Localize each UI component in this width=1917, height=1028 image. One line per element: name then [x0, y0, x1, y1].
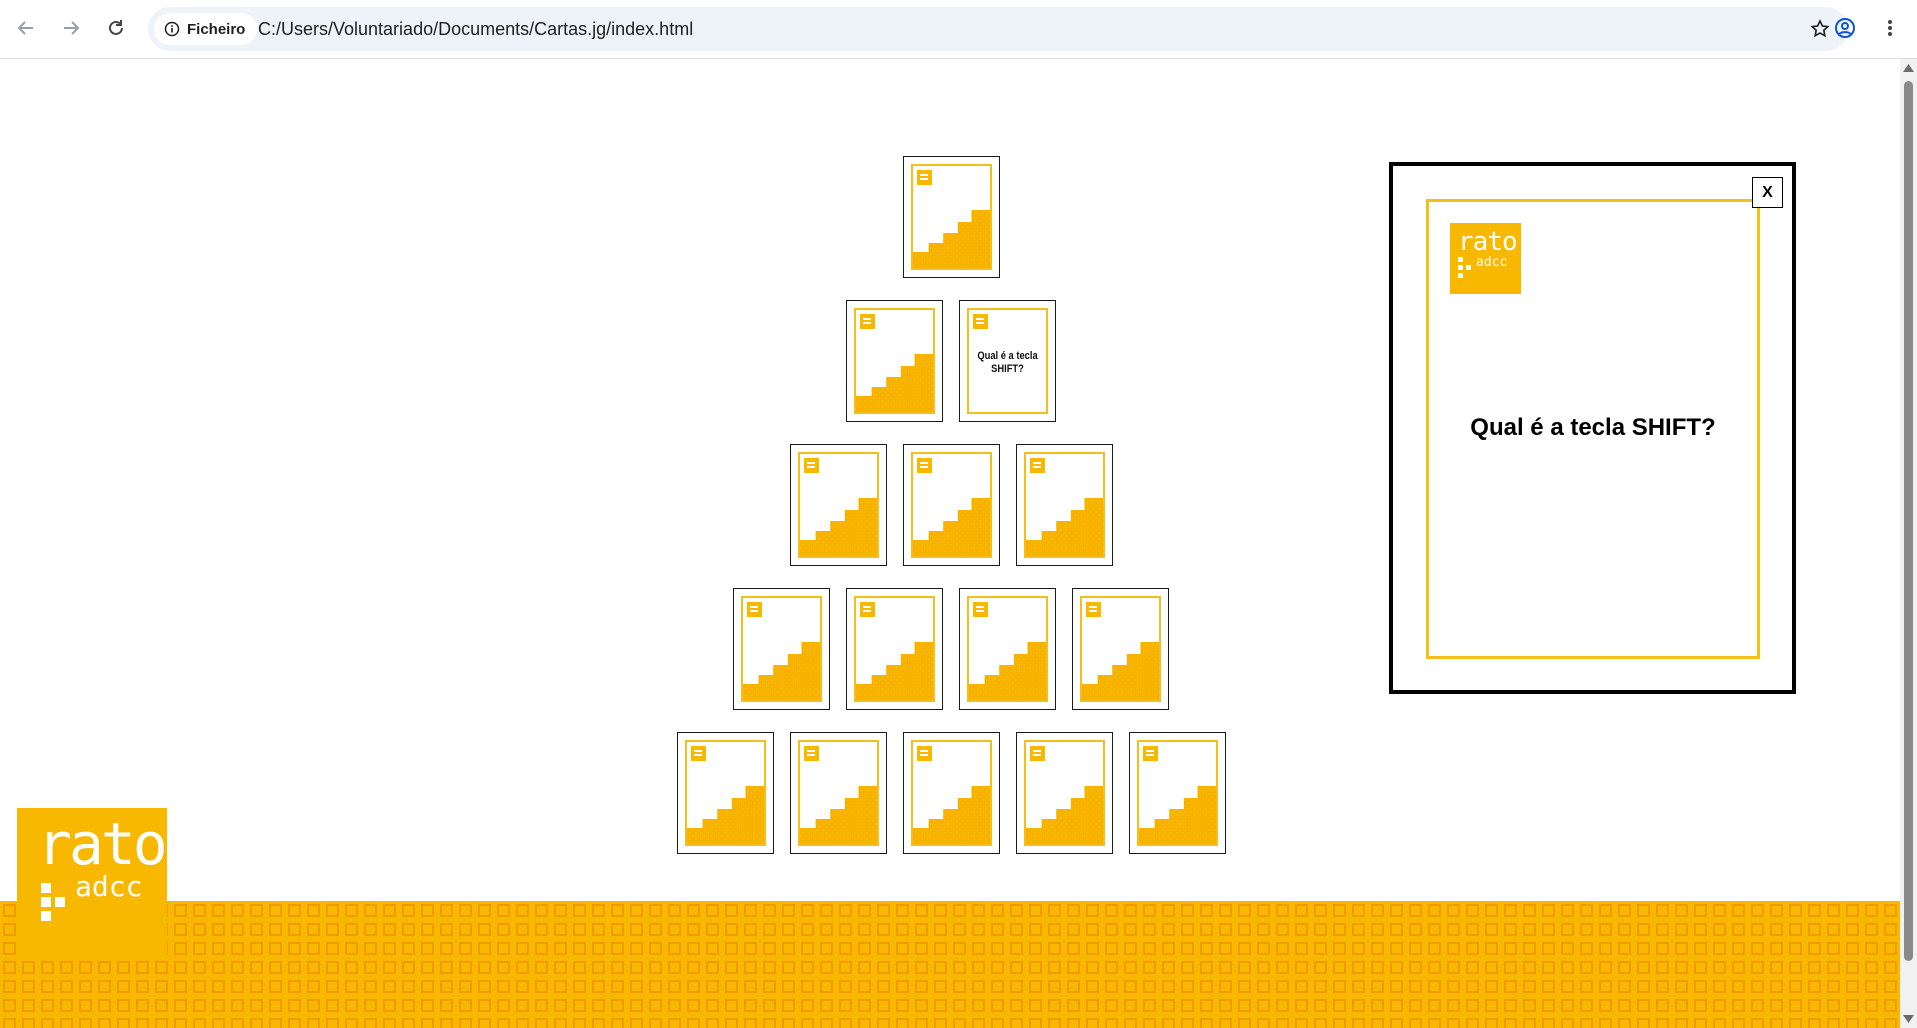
- card-face: [854, 596, 935, 702]
- card-modal: rato adcc Qual é a tecla SHIFT?: [1389, 162, 1796, 694]
- footer-logo-subtext: adcc: [75, 870, 143, 903]
- card-face: [684, 740, 766, 846]
- card-logo-icon: [860, 314, 875, 329]
- vertical-scrollbar[interactable]: [1900, 59, 1917, 1028]
- forward-arrow-icon: [64, 21, 80, 35]
- card-logo-icon: [860, 602, 875, 617]
- modal-logo-dots-icon: [1458, 257, 1471, 278]
- card-face: [741, 596, 822, 702]
- card-face: [1080, 596, 1161, 702]
- modal-card-face: rato adcc Qual é a tecla SHIFT?: [1426, 199, 1760, 659]
- kebab-menu-icon: [1888, 20, 1892, 36]
- footer-band: [0, 901, 1900, 1028]
- stairs-icon: [912, 786, 990, 844]
- profile-button[interactable]: [1827, 10, 1863, 46]
- stairs-icon: [856, 642, 933, 700]
- game-card[interactable]: [1015, 732, 1113, 854]
- card-logo-icon: [690, 746, 706, 761]
- logo-dots-icon: [41, 883, 65, 921]
- modal-question: Qual é a tecla SHIFT?: [1470, 414, 1716, 441]
- card-logo-icon: [916, 170, 932, 185]
- game-card[interactable]: [846, 300, 943, 422]
- card-face: [1023, 740, 1105, 846]
- stairs-icon: [799, 786, 877, 844]
- game-card[interactable]: [676, 732, 774, 854]
- browser-menu-button[interactable]: [1872, 10, 1908, 46]
- game-card[interactable]: [902, 156, 1000, 278]
- browser-toolbar: Ficheiro C:/Users/Voluntariado/Documents…: [0, 0, 1917, 59]
- stairs-icon: [1138, 786, 1216, 844]
- game-card[interactable]: [733, 588, 830, 710]
- card-logo-icon: [803, 458, 819, 473]
- card-logo-icon: [916, 746, 932, 761]
- scroll-up-arrow-icon[interactable]: [1903, 64, 1914, 72]
- site-info-chip[interactable]: Ficheiro: [154, 13, 258, 45]
- game-card[interactable]: [1128, 732, 1226, 854]
- card-face: [854, 308, 935, 414]
- game-card[interactable]: [789, 732, 887, 854]
- back-button[interactable]: [8, 10, 44, 46]
- card-logo-icon: [747, 602, 762, 617]
- stairs-icon: [1082, 642, 1159, 700]
- stairs-icon: [799, 498, 877, 556]
- card-face: [797, 452, 879, 558]
- reload-button[interactable]: [98, 10, 134, 46]
- forward-button[interactable]: [53, 10, 89, 46]
- stairs-icon: [743, 642, 820, 700]
- card-logo-icon: [973, 314, 988, 329]
- game-card[interactable]: [789, 444, 887, 566]
- stairs-icon: [969, 642, 1046, 700]
- scrollbar-thumb[interactable]: [1904, 81, 1913, 961]
- game-card[interactable]: [1072, 588, 1169, 710]
- card-face: [910, 452, 992, 558]
- card-logo-icon: [973, 602, 988, 617]
- game-card[interactable]: [1015, 444, 1113, 566]
- stairs-icon: [856, 354, 933, 412]
- scroll-down-arrow-icon[interactable]: [1903, 1015, 1914, 1023]
- profile-icon: [1835, 18, 1855, 38]
- card-face: Qual é a tecla SHIFT?: [967, 308, 1048, 414]
- card-face: [910, 740, 992, 846]
- card-question: Qual é a tecla SHIFT?: [977, 350, 1038, 375]
- footer-logo: rato adcc: [17, 808, 168, 960]
- stairs-icon: [1025, 498, 1103, 556]
- stairs-icon: [686, 786, 764, 844]
- url-text[interactable]: C:/Users/Voluntariado/Documents/Cartas.j…: [258, 19, 693, 40]
- close-modal-button[interactable]: X: [1752, 177, 1783, 208]
- stairs-icon: [912, 210, 990, 268]
- reload-icon: [109, 20, 123, 35]
- card-face: [1136, 740, 1218, 846]
- card-face: [797, 740, 879, 846]
- card-face: [967, 596, 1048, 702]
- modal-logo-subtext: adcc: [1476, 255, 1508, 270]
- game-card[interactable]: Qual é a tecla SHIFT?: [959, 300, 1056, 422]
- card-logo-icon: [1029, 458, 1045, 473]
- card-face: [910, 164, 992, 270]
- modal-logo-text: rato: [1458, 227, 1518, 257]
- address-bar[interactable]: Ficheiro C:/Users/Voluntariado/Documents…: [148, 7, 1848, 51]
- game-card[interactable]: [902, 444, 1000, 566]
- modal-logo: rato adcc: [1450, 223, 1521, 294]
- game-card[interactable]: [902, 732, 1000, 854]
- card-logo-icon: [1086, 602, 1101, 617]
- card-logo-icon: [803, 746, 819, 761]
- game-card[interactable]: [959, 588, 1056, 710]
- game-card[interactable]: [846, 588, 943, 710]
- card-logo-icon: [916, 458, 932, 473]
- stairs-icon: [912, 498, 990, 556]
- card-logo-icon: [1029, 746, 1045, 761]
- card-logo-icon: [1142, 746, 1158, 761]
- stairs-icon: [1025, 786, 1103, 844]
- card-face: [1023, 452, 1105, 558]
- back-arrow-icon: [17, 21, 33, 35]
- footer-logo-text: rato: [37, 810, 168, 878]
- site-chip-label: Ficheiro: [187, 20, 246, 38]
- info-icon: [164, 21, 180, 37]
